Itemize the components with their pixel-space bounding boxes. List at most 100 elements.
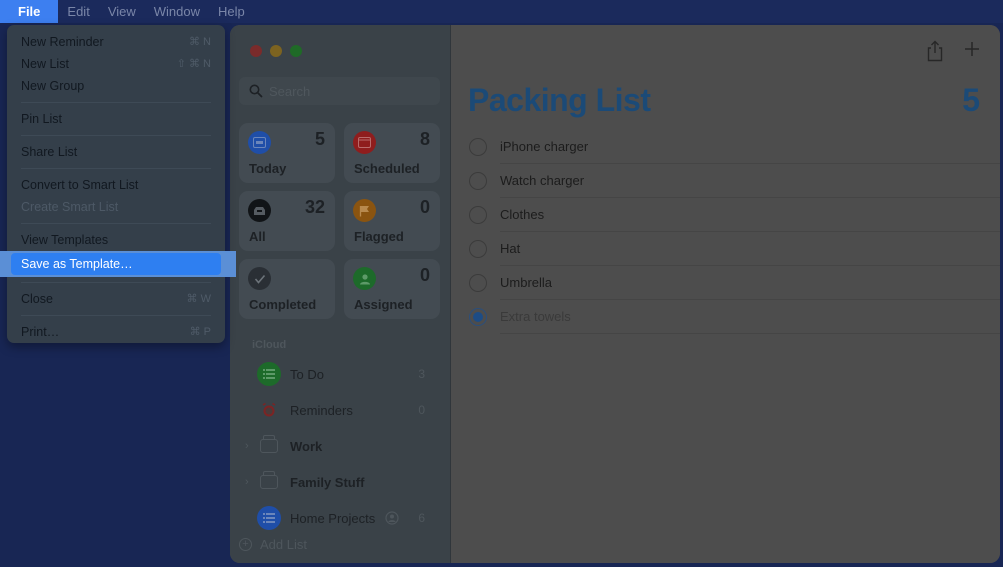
complete-checkbox[interactable]: [469, 274, 487, 292]
shortcut-label: ⌘ N: [189, 36, 211, 48]
menu-help[interactable]: Help: [209, 0, 254, 23]
smart-lists-grid: 5 Today 8 Scheduled 32 All 0 Flagged Com…: [239, 123, 441, 319]
reminder-row-completed: Extra towels: [452, 300, 1000, 334]
reminder-title[interactable]: Watch charger: [500, 173, 584, 188]
reminder-row: Hat: [452, 232, 1000, 266]
list-group-work[interactable]: › Work: [230, 431, 451, 461]
menu-separator: [21, 135, 211, 136]
complete-checkbox[interactable]: [469, 138, 487, 156]
add-reminder-button[interactable]: [962, 40, 982, 62]
list-item-reminders[interactable]: Reminders 0: [230, 395, 451, 425]
reminder-row: iPhone charger: [452, 130, 1000, 164]
shortcut-label: ⌘ W: [186, 293, 211, 305]
file-menu-dropdown: New Reminder ⌘ N New List ⇧ ⌘ N New Grou…: [0, 25, 236, 343]
minimize-window-button[interactable]: [270, 45, 282, 57]
menu-item-view-templates[interactable]: View Templates: [7, 229, 225, 251]
alarm-clock-icon: [257, 398, 281, 422]
group-name: Family Stuff: [290, 474, 365, 490]
smart-list-flagged[interactable]: 0 Flagged: [344, 191, 440, 251]
complete-checkbox[interactable]: [469, 172, 487, 190]
menu-item-print[interactable]: Print… ⌘ P: [7, 321, 225, 343]
shortcut-label: ⇧ ⌘ N: [176, 58, 211, 70]
smart-list-count: 0: [419, 265, 430, 285]
share-icon[interactable]: [925, 40, 945, 62]
smart-list-label: All: [249, 229, 266, 244]
menu-item-label: New List: [21, 57, 69, 71]
smart-list-all[interactable]: 32 All: [239, 191, 335, 251]
smart-list-count: 0: [419, 197, 430, 217]
reminder-title[interactable]: Clothes: [500, 207, 544, 222]
list-item-to-do[interactable]: To Do 3: [230, 359, 451, 389]
menu-view[interactable]: View: [99, 0, 145, 23]
plus-icon: [965, 42, 979, 56]
menu-separator: [21, 168, 211, 169]
person-icon: [353, 267, 376, 290]
flag-icon: [353, 199, 376, 222]
menu-item-share-list[interactable]: Share List: [7, 141, 225, 163]
complete-checkbox[interactable]: [469, 240, 487, 258]
menu-item-close[interactable]: Close ⌘ W: [7, 288, 225, 310]
reminder-title[interactable]: Extra towels: [500, 309, 571, 324]
smart-list-scheduled[interactable]: 8 Scheduled: [344, 123, 440, 183]
smart-list-today[interactable]: 5 Today: [239, 123, 335, 183]
icloud-section-label: iCloud: [252, 339, 287, 351]
menu-item-save-as-template[interactable]: Save as Template…: [0, 251, 236, 277]
menu-window[interactable]: Window: [145, 0, 209, 23]
menu-item-label: Close: [21, 292, 53, 306]
reminder-title[interactable]: Hat: [500, 241, 520, 256]
list-count: 6: [418, 511, 425, 525]
menu-edit[interactable]: Edit: [58, 0, 98, 23]
list-icon: [257, 506, 281, 530]
menu-bar: File Edit View Window Help: [0, 0, 1003, 23]
reminder-row: Umbrella: [452, 266, 1000, 300]
list-item-home-projects[interactable]: Home Projects 6: [230, 503, 451, 533]
search-input[interactable]: Search: [239, 77, 440, 105]
menu-item-label: Save as Template…: [11, 253, 221, 275]
menu-separator: [21, 223, 211, 224]
menu-item-label: Print…: [21, 325, 60, 339]
reminder-title[interactable]: iPhone charger: [500, 139, 588, 154]
add-list-button[interactable]: + Add List: [239, 537, 307, 552]
list-title: Packing List: [468, 82, 651, 118]
menu-item-new-reminder[interactable]: New Reminder ⌘ N: [7, 31, 225, 53]
menu-file[interactable]: File: [0, 0, 59, 23]
menu-item-new-group[interactable]: New Group: [7, 75, 225, 97]
chevron-right-icon[interactable]: ›: [245, 476, 249, 488]
complete-checkbox-checked[interactable]: [469, 308, 487, 326]
checkmark-icon: [248, 267, 271, 290]
smart-list-count: 5: [314, 129, 325, 149]
smart-list-count: 8: [419, 129, 430, 149]
menu-item-label: Convert to Smart List: [21, 178, 139, 192]
list-name: Reminders: [290, 402, 353, 418]
zoom-window-button[interactable]: [290, 45, 302, 57]
list-total-count: 5: [962, 82, 980, 118]
complete-checkbox[interactable]: [469, 206, 487, 224]
menu-item-pin-list[interactable]: Pin List: [7, 108, 225, 130]
menu-item-label: Pin List: [21, 112, 62, 126]
list-name: Home Projects: [290, 510, 376, 526]
reminder-row: Watch charger: [452, 164, 1000, 198]
list-count: 0: [418, 403, 425, 417]
search-placeholder: Search: [269, 83, 311, 99]
smart-list-label: Completed: [249, 297, 317, 312]
menu-item-create-smart-list: Create Smart List: [7, 196, 225, 218]
sidebar: Search 5 Today 8 Scheduled 32 All 0 Flag…: [230, 25, 451, 563]
close-window-button[interactable]: [250, 45, 262, 57]
menu-separator: [21, 102, 211, 103]
menu-item-convert-to-smart-list[interactable]: Convert to Smart List: [7, 174, 225, 196]
reminder-title[interactable]: Umbrella: [500, 275, 552, 290]
list-count: 3: [418, 367, 425, 381]
menu-item-label: New Group: [21, 79, 85, 93]
search-icon: [249, 84, 263, 98]
smart-list-label: Today: [249, 161, 287, 176]
reminder-row: Clothes: [452, 198, 1000, 232]
smart-list-assigned[interactable]: 0 Assigned: [344, 259, 440, 319]
chevron-right-icon[interactable]: ›: [245, 440, 249, 452]
row-divider: [500, 333, 1000, 334]
smart-list-label: Assigned: [354, 297, 413, 312]
reminders-window: Search 5 Today 8 Scheduled 32 All 0 Flag…: [230, 25, 1000, 563]
menu-item-new-list[interactable]: New List ⇧ ⌘ N: [7, 53, 225, 75]
smart-list-label: Flagged: [354, 229, 404, 244]
smart-list-completed[interactable]: Completed: [239, 259, 335, 319]
list-group-family-stuff[interactable]: › Family Stuff: [230, 467, 451, 497]
